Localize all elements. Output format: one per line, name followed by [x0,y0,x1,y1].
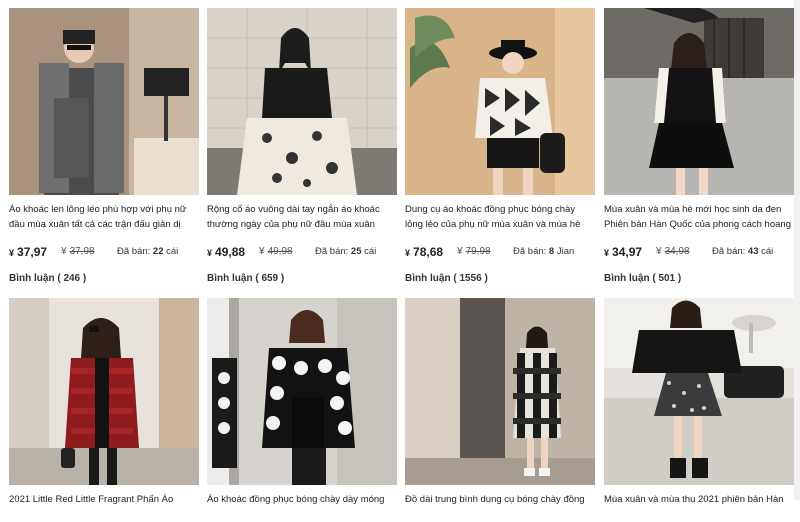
product-photo[interactable] [604,8,794,195]
product-photo[interactable] [207,298,397,485]
comment-count-link[interactable]: Bình luận ( 659 ) [207,273,284,284]
product-title[interactable]: Đồ dài trung bình dung cụ bóng chày đồng [405,493,595,522]
price-row: ¥34,97 ¥34,98 Đã bán: 43 cái [604,245,794,261]
product-title[interactable]: Rộng cổ áo vuông dài tay ngắn áo khoác t… [207,203,397,232]
product-photo[interactable] [405,298,595,485]
product-title[interactable]: Dung cụ áo khoác đồng phục bóng chày lỏn… [405,203,595,232]
product-grid: Áo khoác len lông léo phù hợp với phụ nữ… [0,0,800,505]
current-price: ¥37,97 [9,245,48,259]
sold-count: Đã bán: 25 cái [315,246,377,257]
product-photo[interactable] [604,298,794,485]
comment-count-link[interactable]: Bình luận ( 501 ) [604,273,681,284]
product-title[interactable]: Mùa xuân và mùa hè mới học sinh da đen P… [604,203,794,232]
price-row: ¥49,88 ¥49,98 Đã bán: 25 cái [207,245,397,261]
page-scrollbar[interactable] [794,0,800,500]
original-price: ¥34,98 [656,246,690,257]
current-price: ¥49,88 [207,245,246,259]
original-price: ¥79,98 [457,246,491,257]
price-row: ¥37,97 ¥37,98 Đã bán: 22 cái [9,245,199,261]
product-photo[interactable] [9,298,199,485]
price-row: ¥78,68 ¥79,98 Đã bán: 8 Jian [405,245,595,261]
product-title[interactable]: 2021 Little Red Little Fragrant Phấn Áo [9,493,199,522]
original-price: ¥49,98 [259,246,293,257]
original-price: ¥37,98 [61,246,95,257]
product-title[interactable]: Áo khoác đồng phục bóng chày dày móng [207,493,397,522]
current-price: ¥78,68 [405,245,444,259]
current-price: ¥34,97 [604,245,643,259]
product-title[interactable]: Mùa xuân và mùa thu 2021 phiên bản Hàn [604,493,794,522]
sold-count: Đã bán: 43 cái [712,246,774,257]
product-title[interactable]: Áo khoác len lông léo phù hợp với phụ nữ… [9,203,199,232]
product-photo[interactable] [405,8,595,195]
sold-count: Đã bán: 22 cái [117,246,179,257]
product-photo[interactable] [9,8,199,195]
comment-count-link[interactable]: Bình luận ( 1556 ) [405,273,488,284]
comment-count-link[interactable]: Bình luận ( 246 ) [9,273,86,284]
sold-count: Đã bán: 8 Jian [513,246,575,257]
product-photo[interactable] [207,8,397,195]
